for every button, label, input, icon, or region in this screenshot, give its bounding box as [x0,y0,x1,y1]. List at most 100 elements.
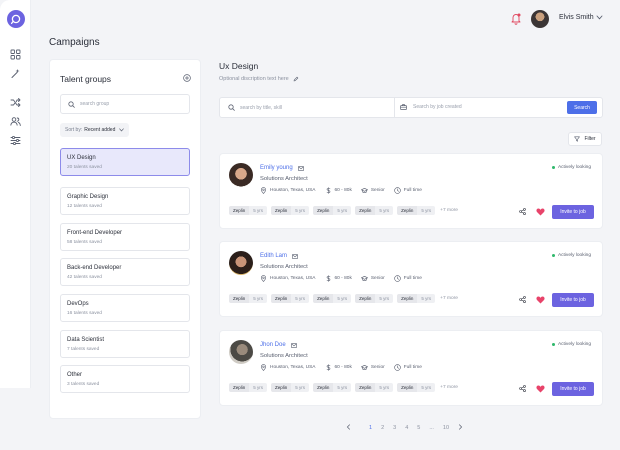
candidate-name[interactable]: Edith Lam [260,253,298,259]
more-skills-link[interactable]: +7 more [440,296,458,301]
skill-name: Zeplin [355,383,376,392]
more-skills-link[interactable]: +7 more [440,208,458,213]
user-name[interactable]: Elvis Smith [559,14,594,21]
salary-text: 60 - 80k [334,365,352,370]
group-item-data-scientist[interactable]: Data Scientist 7 talents saved [60,330,190,358]
search-button[interactable]: Search [567,101,597,114]
job-title: Ux Design [219,61,259,71]
group-name: Graphic Design [67,194,109,200]
chevron-down-icon[interactable] [596,15,603,20]
heart-icon[interactable] [536,208,545,216]
skill-years: 5 yrs [375,383,394,392]
job-description-text: Optional discription text here [219,76,289,82]
add-group-icon[interactable] [183,74,191,82]
job-search-input[interactable]: Search by job created [400,104,462,110]
more-skills-link[interactable]: +7 more [440,385,458,390]
candidate-name[interactable]: Jhon Doe [260,342,297,348]
heart-icon[interactable] [536,385,545,393]
sidebar-item-campaigns[interactable] [10,68,21,79]
skill-name: Zeplin [355,206,376,215]
candidate-meta: Houston, Texas, USA 60 - 80k Senior Full… [260,275,431,282]
candidate-name-text: Edith Lam [260,253,288,259]
share-icon[interactable] [519,296,526,303]
bell-icon[interactable] [510,12,522,25]
page-1[interactable]: 1 [369,425,372,431]
skills-list: Zeplin 5 yrs Zeplin 5 yrs Zeplin 5 yrs Zepl… [229,294,458,303]
share-icon[interactable] [519,208,526,215]
page-2[interactable]: 2 [381,425,384,431]
skill-tag: Zeplin 5 yrs [355,383,394,392]
group-item-ux-design[interactable]: UX Design 20 talents saved [60,148,190,176]
group-search-placeholder: search group [80,101,110,107]
group-count: 58 talents saved [67,240,102,245]
sidebar-item-settings[interactable] [10,135,21,146]
filter-button[interactable]: Filter [568,132,602,146]
skill-tag: Zeplin 5 yrs [355,294,394,303]
skill-tag: Zeplin 5 yrs [229,383,268,392]
talent-groups-title: Talent groups [60,74,112,84]
group-item-graphic-design[interactable]: Graphic Design 12 talents saved [60,187,190,215]
group-item-devops[interactable]: DevOps 16 talents saved [60,294,190,322]
group-search-input[interactable]: search group [60,94,190,114]
skill-tag: Zeplin 5 yrs [313,294,352,303]
invite-to-job-button[interactable]: Invite to job [552,382,594,396]
sort-dropdown[interactable]: Sort by: Recent added [60,123,130,137]
candidate-photo [229,251,253,275]
sidebar-item-dashboard[interactable] [10,49,21,60]
dollar-icon [326,187,330,194]
candidate-card[interactable]: Emily young Solutions Architect Houston,… [219,153,603,229]
candidate-card[interactable]: Edith Lam Solutions Architect Houston, T… [219,241,603,317]
shuffle-icon [10,98,21,107]
skill-years: 5 yrs [375,294,394,303]
group-item-front-end-developer[interactable]: Front-end Developer 58 talents saved [60,223,190,251]
invite-to-job-button[interactable]: Invite to job [552,293,594,307]
skills-list: Zeplin 5 yrs Zeplin 5 yrs Zeplin 5 yrs Zepl… [229,206,458,215]
pencil-icon[interactable] [293,76,299,82]
group-name: Back-end Developer [67,265,122,271]
mail-icon[interactable] [297,165,304,171]
logo[interactable] [7,10,25,28]
page-ellipsis: ... [429,425,434,431]
title-skill-search-input[interactable]: search by title, skill [228,104,282,111]
logo-icon [10,14,21,25]
chevron-left-icon [346,424,350,430]
job-description[interactable]: Optional discription text here [219,76,299,82]
briefcase-icon [400,104,407,110]
candidate-card[interactable]: Jhon Doe Solutions Architect Houston, Te… [219,330,603,406]
page-4[interactable]: 4 [405,425,408,431]
skill-name: Zeplin [313,206,334,215]
mail-icon[interactable] [292,253,298,259]
employment-type: Full time [394,364,422,371]
level: Senior [360,275,385,282]
heart-icon[interactable] [536,296,545,304]
group-item-other[interactable]: Other 3 talents saved [60,365,190,393]
salary: 60 - 80k [325,275,352,282]
page-10[interactable]: 10 [443,425,449,431]
group-item-back-end-developer[interactable]: Back-end Developer 42 talents saved [60,258,190,286]
mail-icon[interactable] [290,342,297,348]
skill-tag: Zeplin 5 yrs [313,206,352,215]
candidate-name[interactable]: Emily young [260,165,304,171]
level: Senior [360,364,385,371]
skill-tag: Zeplin 5 yrs [397,206,436,215]
next-page[interactable] [458,424,463,432]
candidate-name-text: Jhon Doe [260,342,286,348]
filter-icon [574,136,581,142]
salary: 60 - 80k [325,187,352,194]
page-title: Campaigns [49,37,100,48]
skills-list: Zeplin 5 yrs Zeplin 5 yrs Zeplin 5 yrs Zepl… [229,383,458,392]
candidate-role: Solutions Architect [260,264,308,270]
invite-to-job-button[interactable]: Invite to job [552,205,594,219]
salary-text: 60 - 80k [334,188,352,193]
skill-years: 5 yrs [249,206,268,215]
user-avatar[interactable] [531,10,549,28]
share-icon[interactable] [519,385,526,392]
chevron-down-icon [119,128,125,132]
sort-value: Recent added [84,127,116,133]
prev-page[interactable] [346,424,351,432]
employment-text: Full time [403,188,422,193]
page-5[interactable]: 5 [417,425,420,431]
sidebar-item-pipeline[interactable] [10,97,21,108]
sidebar-item-talents[interactable] [10,116,21,127]
page-3[interactable]: 3 [393,425,396,431]
